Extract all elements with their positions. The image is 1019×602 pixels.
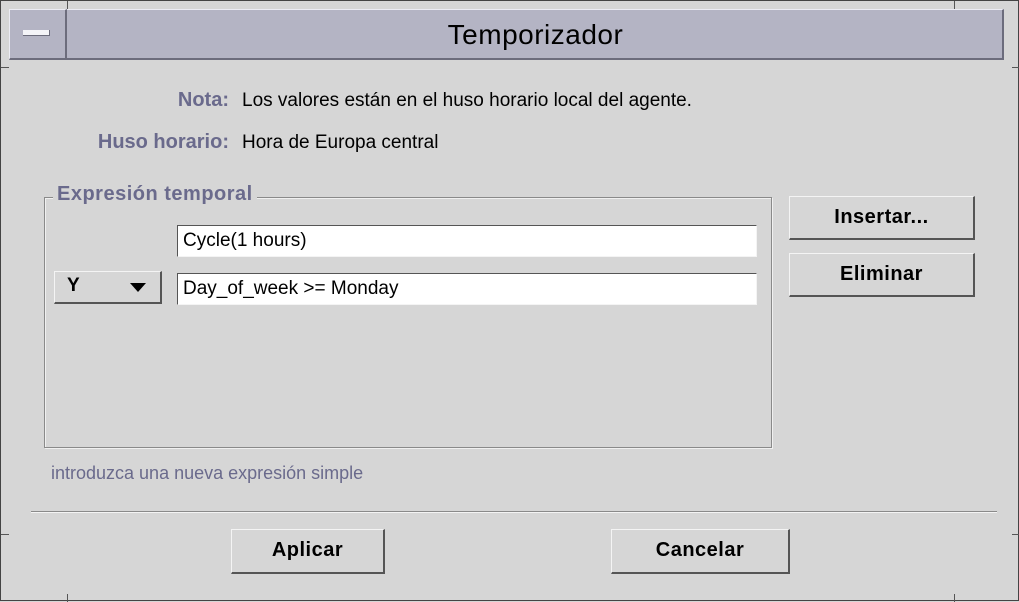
window-menu-button[interactable] (9, 9, 67, 60)
frame-corner-tick (1, 67, 9, 68)
frame-corner-tick (1, 534, 9, 535)
frame-corner-tick (1012, 534, 1019, 535)
frame-corner-tick (1012, 67, 1019, 68)
expression-field-1[interactable] (177, 225, 757, 257)
apply-button[interactable]: Aplicar (231, 529, 385, 574)
status-hint: introduzca una nueva expresión simple (51, 463, 364, 483)
frame-corner-tick (67, 1, 68, 9)
timezone-value: Hora de Europa central (242, 132, 439, 153)
time-expression-group-title: Expresión temporal (53, 183, 257, 206)
operator-select-value: Y (67, 275, 80, 296)
footer-divider (31, 511, 997, 513)
delete-button[interactable]: Eliminar (789, 253, 975, 297)
note-value: Los valores están en el huso horario loc… (242, 90, 692, 111)
note-label: Nota: (177, 89, 229, 111)
timezone-label: Huso horario: (97, 131, 229, 153)
window-title: Temporizador (447, 19, 624, 50)
window-menu-icon (23, 30, 50, 36)
insert-button[interactable]: Insertar... (789, 196, 975, 240)
expression-field-2[interactable] (177, 273, 757, 305)
operator-select[interactable]: Y (54, 271, 162, 304)
chevron-down-icon (130, 283, 146, 292)
cancel-button[interactable]: Cancelar (611, 529, 790, 574)
frame-corner-tick (954, 1, 955, 9)
timer-dialog: Temporizador Nota: Los valores están en … (0, 0, 1019, 602)
